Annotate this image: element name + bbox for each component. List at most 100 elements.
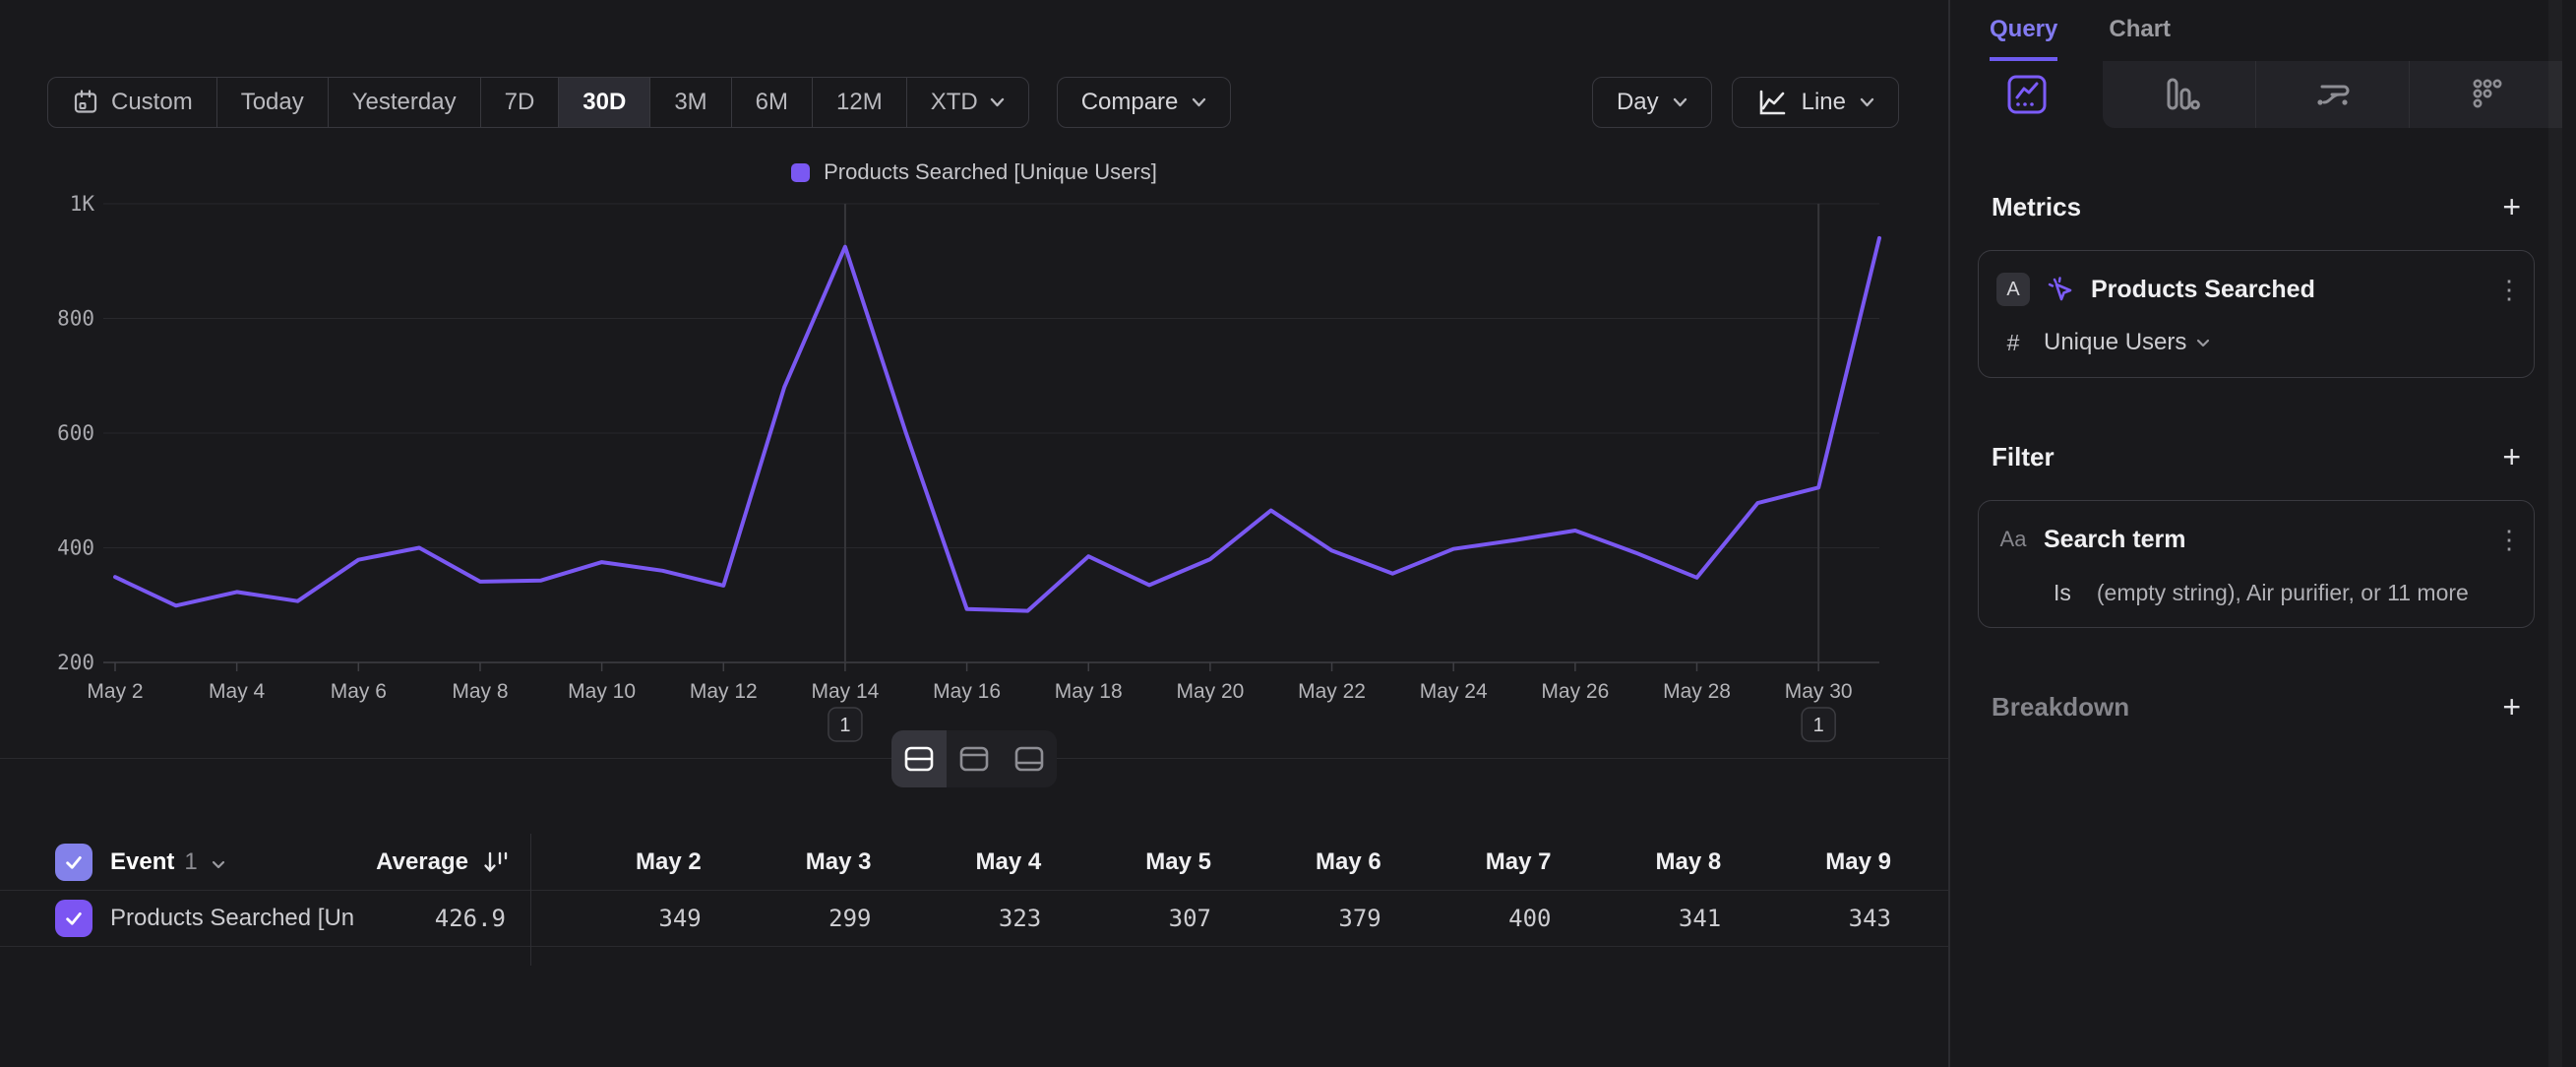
report-main-area: CustomTodayYesterday7D30D3M6M12MXTD Comp…: [0, 0, 1948, 1067]
retention-icon: [2464, 72, 2509, 117]
report-tab-retention[interactable]: [2409, 61, 2562, 128]
funnels-icon: [2157, 72, 2202, 117]
cell-may-6: 379: [1211, 905, 1381, 932]
metrics-title: Metrics: [1992, 192, 2081, 222]
x-axis-label-may-20: May 20: [1176, 680, 1244, 703]
average-column-header[interactable]: Average: [376, 847, 531, 877]
x-axis-label-may-12: May 12: [690, 680, 758, 703]
series-line-products-searched-unique-users-: [115, 238, 1879, 611]
add-breakdown-button[interactable]: +: [2502, 691, 2521, 722]
cell-may-9: 343: [1721, 905, 1891, 932]
view-toggle-table-only[interactable]: [1002, 730, 1057, 787]
add-metric-button[interactable]: +: [2502, 191, 2521, 222]
cell-may-5: 307: [1041, 905, 1211, 932]
x-axis-label-may-28: May 28: [1663, 680, 1731, 703]
report-type-tabs: [1950, 61, 2562, 128]
chevron-down-icon: [212, 860, 225, 869]
cell-may-8: 341: [1552, 905, 1722, 932]
metric-row: A Products Searched ⋮: [1979, 261, 2534, 318]
view-toggle-chart-only[interactable]: [947, 730, 1002, 787]
filter-clause-row[interactable]: Is (empty string), Air purifier, or 11 m…: [1979, 568, 2534, 617]
event-column-header[interactable]: Event 1: [110, 848, 225, 876]
y-axis-label-800: 800: [57, 307, 94, 331]
string-type-icon: Aa: [1996, 527, 2030, 552]
column-header-may-7[interactable]: May 7: [1381, 848, 1552, 876]
report-tab-funnels[interactable]: [2103, 61, 2255, 128]
y-axis-label-400: 400: [57, 536, 94, 560]
x-axis-label-may-24: May 24: [1420, 680, 1488, 703]
column-header-may-6[interactable]: May 6: [1211, 848, 1381, 876]
column-header-may-8[interactable]: May 8: [1552, 848, 1722, 876]
results-table: Event 1 Average: [0, 835, 1948, 947]
view-toggle-split-view[interactable]: [891, 730, 947, 787]
x-axis-label-may-2: May 2: [87, 680, 143, 703]
table-only-icon: [1012, 744, 1046, 774]
kebab-menu-icon[interactable]: ⋮: [2496, 532, 2516, 547]
x-axis-label-may-30: May 30: [1785, 680, 1853, 703]
cell-may-3: 299: [702, 905, 872, 932]
x-axis-label-may-10: May 10: [568, 680, 636, 703]
x-axis-label-may-8: May 8: [452, 680, 508, 703]
filter-title: Filter: [1992, 442, 2055, 472]
metric-name: Products Searched: [2091, 276, 2315, 304]
metric-aggregation-row[interactable]: # Unique Users: [1979, 318, 2534, 367]
event-count: 1: [184, 848, 197, 876]
cell-may-2: 349: [531, 905, 702, 932]
filter-value: (empty string), Air purifier, or 11 more: [2097, 580, 2469, 606]
split-view-icon: [902, 744, 936, 774]
metric-letter-badge: A: [1996, 273, 2030, 306]
x-axis-label-may-16: May 16: [933, 680, 1001, 703]
table-header-row: Event 1 Average: [0, 835, 1948, 891]
metric-card[interactable]: A Products Searched ⋮ #: [1978, 250, 2535, 378]
filter-operator: Is: [2054, 580, 2071, 606]
breakdown-section-header: Breakdown +: [1978, 691, 2535, 722]
filter-card[interactable]: Aa Search term ⋮ Is (empty string), Air …: [1978, 500, 2535, 628]
column-header-may-3[interactable]: May 3: [702, 848, 872, 876]
scrollbar-tab-band: [2548, 61, 2562, 128]
view-toggle: [0, 730, 1948, 787]
date-columns-values: 349299323307379400341343: [531, 905, 1948, 932]
filter-row: Aa Search term ⋮: [1979, 511, 2534, 568]
table-column-separator: [530, 890, 531, 966]
table-row[interactable]: Products Searched [Un... 426.9 349299323…: [0, 891, 1948, 947]
event-icon: [2044, 273, 2077, 306]
column-header-may-2[interactable]: May 2: [531, 848, 702, 876]
date-columns-header: May 2May 3May 4May 5May 6May 7May 8May 9: [531, 848, 1948, 876]
filter-property-name: Search term: [2044, 526, 2186, 554]
column-header-may-5[interactable]: May 5: [1041, 848, 1211, 876]
aggregation-selector[interactable]: Unique Users: [2044, 329, 2210, 356]
y-axis-label-600: 600: [57, 421, 94, 445]
metrics-section-header: Metrics +: [1978, 191, 2535, 222]
panel-scrollbar[interactable]: [2548, 0, 2562, 1067]
average-value: 426.9: [435, 905, 531, 932]
cell-may-7: 400: [1381, 905, 1552, 932]
filter-section-header: Filter +: [1978, 441, 2535, 472]
y-axis-label-1K: 1K: [70, 192, 95, 216]
x-axis-label-may-6: May 6: [331, 680, 387, 703]
chart-canvas: 1K800600400200May 2May 4May 6May 8May 10…: [0, 94, 1948, 783]
column-header-may-4[interactable]: May 4: [872, 848, 1042, 876]
y-axis-label-200: 200: [57, 651, 94, 674]
insights-icon: [2004, 72, 2050, 117]
column-header-may-9[interactable]: May 9: [1721, 848, 1891, 876]
select-all-checkbox[interactable]: [55, 844, 92, 881]
flows-icon: [2310, 72, 2356, 117]
panel-body: Metrics + A Products Searched ⋮: [1950, 191, 2562, 722]
aggregation-label: Unique Users: [2044, 329, 2186, 356]
tab-chart[interactable]: Chart: [2109, 16, 2171, 61]
app-root: CustomTodayYesterday7D30D3M6M12MXTD Comp…: [0, 0, 2576, 1067]
table-header-left: Event 1 Average: [0, 844, 531, 881]
filter-clause: Is (empty string), Air purifier, or 11 m…: [2054, 580, 2469, 606]
report-tab-insights[interactable]: [1950, 61, 2103, 128]
row-checkbox[interactable]: [55, 900, 92, 937]
add-filter-button[interactable]: +: [2502, 441, 2521, 472]
query-panel: Query Chart: [1950, 0, 2562, 1067]
x-axis-label-may-14: May 14: [811, 680, 879, 703]
tab-query[interactable]: Query: [1990, 16, 2057, 61]
report-tab-flows[interactable]: [2255, 61, 2409, 128]
breakdown-title: Breakdown: [1992, 692, 2129, 722]
view-toggle-group: [891, 730, 1057, 787]
table-row-left: Products Searched [Un... 426.9: [0, 900, 531, 937]
kebab-menu-icon[interactable]: ⋮: [2496, 282, 2516, 297]
line-chart[interactable]: 1K800600400200May 2May 4May 6May 8May 10…: [0, 94, 1948, 783]
